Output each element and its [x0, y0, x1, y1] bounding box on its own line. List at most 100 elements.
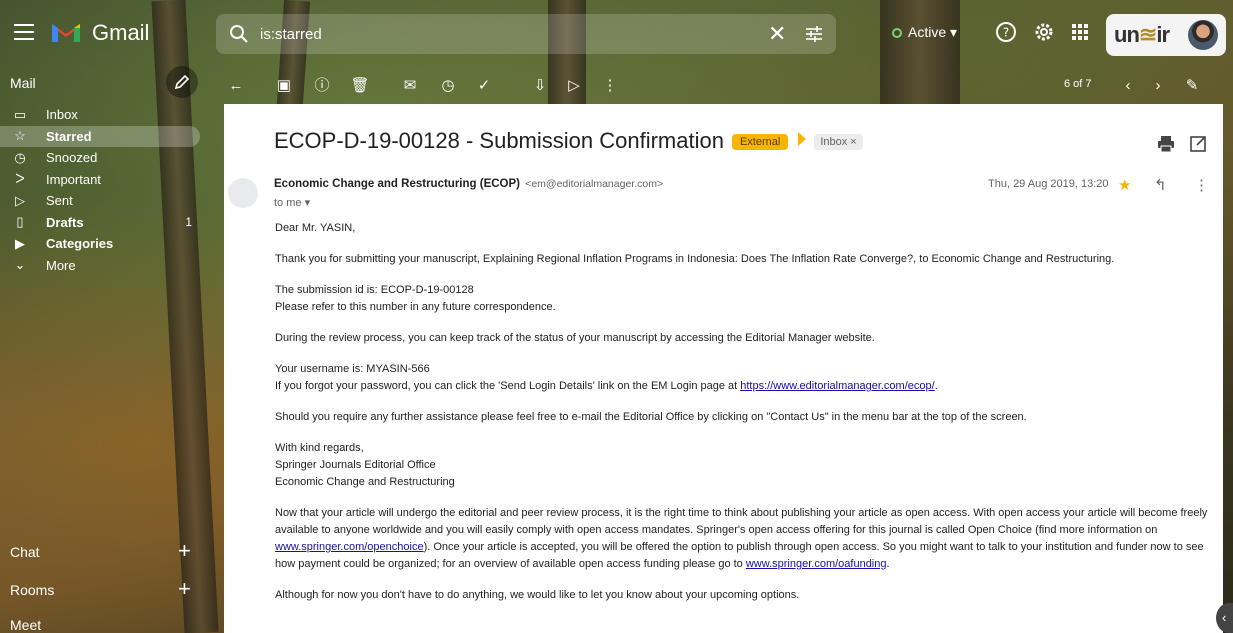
- move-to-icon[interactable]: ⇩: [530, 76, 550, 96]
- username-line: Your username is: MYASIN-566: [275, 363, 430, 375]
- sidebar-item-snoozed[interactable]: ◷ Snoozed: [0, 147, 200, 169]
- editorial-manager-link[interactable]: https://www.editorialmanager.com/ecop/: [740, 380, 934, 392]
- rooms-section-label[interactable]: Rooms: [10, 582, 54, 598]
- search-options-icon[interactable]: [804, 24, 824, 44]
- greeting: Dear Mr. YASIN,: [275, 222, 356, 234]
- inbox-label-chip[interactable]: Inbox ×: [814, 134, 863, 150]
- compose-button[interactable]: [166, 66, 198, 98]
- status-indicator-icon: [892, 28, 902, 38]
- newer-chevron-icon[interactable]: ‹: [1118, 76, 1138, 96]
- sender-name-row: Economic Change and Restructuring (ECOP)…: [274, 178, 663, 190]
- signature-line: With kind regards,: [275, 442, 364, 454]
- svg-text:?: ?: [1003, 26, 1009, 40]
- sidebar-item-inbox[interactable]: ▭ Inbox: [0, 104, 200, 126]
- recipient-label: to me: [274, 197, 302, 209]
- draft-icon: ▯: [16, 214, 24, 230]
- submission-id-line: The submission id is: ECOP-D-19-00128: [275, 284, 474, 296]
- sidebar-item-label: More: [46, 257, 76, 273]
- sidebar-item-label: Snoozed: [46, 150, 98, 166]
- search-input[interactable]: [260, 22, 740, 46]
- inbox-icon: ▭: [13, 106, 27, 122]
- sender-name[interactable]: Economic Change and Restructuring (ECOP): [274, 178, 520, 190]
- body-paragraph: During the review process, you can keep …: [275, 332, 875, 344]
- body-line: If you forgot your password, you can cli…: [275, 380, 741, 392]
- chat-section-label[interactable]: Chat: [10, 544, 40, 560]
- archive-icon[interactable]: ▣: [274, 76, 294, 96]
- open-in-new-window-icon[interactable]: [1188, 134, 1208, 154]
- organization-logo: un≊ir: [1114, 22, 1170, 47]
- add-to-tasks-icon[interactable]: ✓: [474, 76, 494, 96]
- search-icon[interactable]: [228, 23, 250, 45]
- body-paragraph: Thank you for submitting your manuscript…: [275, 253, 1115, 265]
- delete-icon[interactable]: 🗑: [350, 76, 370, 96]
- mark-unread-icon[interactable]: ✉: [400, 76, 420, 96]
- email-subject-row: ECOP-D-19-00128 - Submission Confirmatio…: [274, 128, 863, 154]
- sender-email: <em@editorialmanager.com>: [525, 178, 664, 190]
- signature-line: Economic Change and Restructuring: [275, 476, 455, 488]
- star-icon: ☆: [14, 128, 26, 144]
- add-chat-icon[interactable]: +: [178, 538, 191, 564]
- pagination-label: 6 of 7: [1064, 78, 1092, 90]
- print-icon[interactable]: [1156, 134, 1176, 154]
- star-icon[interactable]: ★: [1118, 176, 1131, 194]
- main-menu-icon[interactable]: [14, 24, 34, 40]
- signature: With kind regards, Springer Journals Edit…: [275, 440, 1211, 491]
- body-paragraph: Should you require any further assistanc…: [275, 411, 1027, 423]
- add-room-icon[interactable]: +: [178, 576, 191, 602]
- body-line: Please refer to this number in any futur…: [275, 301, 556, 313]
- sidebar-item-sent[interactable]: ▷ Sent: [0, 190, 200, 212]
- oafunding-link[interactable]: www.springer.com/oafunding: [746, 558, 887, 570]
- input-tools-icon[interactable]: ✎: [1182, 76, 1202, 96]
- apps-grid-icon[interactable]: [1068, 20, 1092, 44]
- clear-search-icon[interactable]: ✕: [768, 21, 786, 47]
- label-icon[interactable]: ▷: [564, 76, 584, 96]
- sidebar-item-categories[interactable]: ▶ Categories: [0, 233, 200, 255]
- email-view: ECOP-D-19-00128 - Submission Confirmatio…: [224, 104, 1223, 633]
- sidebar-item-more[interactable]: ⌄ More: [0, 255, 200, 277]
- more-vertical-icon[interactable]: ⋮: [1194, 176, 1209, 194]
- sidebar-item-label: Categories: [46, 236, 114, 252]
- sidebar-item-drafts[interactable]: ▯ Drafts 1: [0, 212, 200, 234]
- report-spam-icon[interactable]: ⓘ: [312, 76, 332, 96]
- meet-section-label[interactable]: Meet: [10, 617, 41, 633]
- importance-marker-icon[interactable]: [798, 132, 807, 146]
- email-subject: ECOP-D-19-00128 - Submission Confirmatio…: [274, 128, 724, 153]
- recipient-details-toggle[interactable]: to me ▾: [274, 196, 310, 209]
- sender-avatar[interactable]: [228, 178, 258, 208]
- send-icon: ▷: [15, 192, 25, 208]
- body-paragraph: Although for now you don't have to do an…: [275, 589, 800, 601]
- inbox-label-text: Inbox: [820, 136, 848, 148]
- help-icon[interactable]: ?: [994, 20, 1018, 44]
- body-paragraph: The submission id is: ECOP-D-19-00128 Ple…: [275, 282, 1211, 316]
- body-paragraph: Your username is: MYASIN-566 If you forgo…: [275, 361, 1211, 395]
- snooze-icon[interactable]: ◷: [438, 76, 458, 96]
- older-chevron-icon[interactable]: ›: [1148, 76, 1168, 96]
- more-options-icon[interactable]: ⋮: [600, 76, 620, 96]
- sidebar-item-label: Drafts: [46, 214, 84, 230]
- pencil-icon: [174, 74, 190, 90]
- status-dropdown[interactable]: Active ▾: [892, 24, 957, 41]
- sidebar-item-label: Important: [46, 171, 101, 187]
- status-label: Active: [908, 24, 947, 40]
- avatar[interactable]: [1188, 20, 1218, 50]
- openchoice-link[interactable]: www.springer.com/openchoice: [275, 541, 424, 553]
- top-bar: Gmail ✕ Active ▾ ? un≊: [0, 0, 1233, 72]
- email-body: Dear Mr. YASIN, Thank you for submitting…: [275, 220, 1211, 618]
- body-paragraph: Now that your article will undergo the e…: [275, 505, 1211, 573]
- app-name: Gmail: [92, 20, 150, 45]
- settings-gear-icon[interactable]: [1032, 20, 1056, 44]
- external-label-badge[interactable]: External: [731, 134, 789, 150]
- sidebar-item-starred[interactable]: ☆ Starred: [0, 125, 200, 147]
- important-icon: ᐳ: [15, 171, 25, 187]
- search-bar[interactable]: ✕: [216, 14, 836, 54]
- remove-label-icon[interactable]: ×: [850, 136, 856, 148]
- back-arrow-icon[interactable]: ←: [226, 76, 246, 96]
- message-toolbar: ← ▣ ⓘ 🗑 ✉ ◷ ✓ ⇩ ▷ ⋮ 6 of 7 ‹ › ✎: [224, 72, 1223, 102]
- mail-section-label: Mail: [10, 75, 36, 91]
- reply-icon[interactable]: ↰: [1154, 176, 1167, 194]
- body-text: Now that your article will undergo the e…: [275, 507, 1208, 536]
- gmail-logo-icon[interactable]: [50, 20, 82, 44]
- sidebar-item-label: Starred: [46, 128, 92, 144]
- account-switcher[interactable]: un≊ir: [1106, 14, 1226, 56]
- sidebar-item-important[interactable]: ᐳ Important: [0, 169, 200, 191]
